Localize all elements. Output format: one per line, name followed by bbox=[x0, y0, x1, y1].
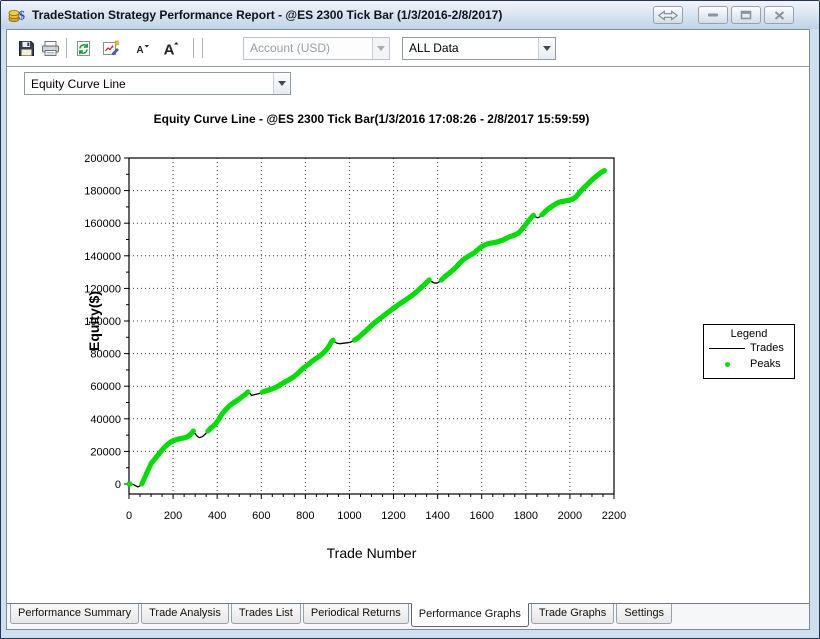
svg-text:600: 600 bbox=[252, 510, 270, 522]
tab-performance-graphs[interactable]: Performance Graphs bbox=[410, 603, 529, 627]
detach-button[interactable] bbox=[653, 6, 683, 24]
minimize-button[interactable] bbox=[698, 6, 728, 24]
print-button[interactable] bbox=[38, 36, 62, 60]
svg-text:200: 200 bbox=[164, 510, 182, 522]
svg-text:1000: 1000 bbox=[337, 510, 361, 522]
svg-text:40000: 40000 bbox=[90, 414, 121, 426]
chevron-down-icon bbox=[543, 45, 551, 51]
decrease-font-icon: A bbox=[136, 45, 149, 56]
svg-text:120000: 120000 bbox=[84, 283, 121, 295]
report-properties-icon bbox=[103, 40, 119, 55]
account-dropdown-value: Account (USD) bbox=[250, 41, 331, 55]
chart-legend: Legend Trades Peaks bbox=[703, 324, 795, 379]
legend-title: Legend bbox=[730, 328, 768, 340]
data-range-dropdown-button bbox=[538, 37, 555, 59]
svg-text:20000: 20000 bbox=[90, 446, 121, 458]
svg-text:Equity Curve Line - @ES 2300 T: Equity Curve Line - @ES 2300 Tick Bar(1/… bbox=[154, 112, 590, 126]
equity-curve-chart: Equity Curve Line - @ES 2300 Tick Bar(1/… bbox=[84, 112, 626, 561]
titlebar: $ TradeStation Strategy Performance Repo… bbox=[1, 1, 819, 29]
detach-arrows-icon bbox=[657, 9, 679, 21]
data-range-dropdown-value: ALL Data bbox=[409, 41, 459, 55]
peaks-dot-icon bbox=[704, 361, 750, 367]
legend-peaks-label: Peaks bbox=[750, 358, 781, 370]
svg-text:800: 800 bbox=[296, 510, 314, 522]
print-icon bbox=[41, 40, 59, 56]
svg-text:0: 0 bbox=[126, 510, 132, 522]
tab-trades-list[interactable]: Trades List bbox=[230, 604, 301, 624]
toolbar-separator bbox=[202, 38, 203, 58]
tab-performance-summary[interactable]: Performance Summary bbox=[10, 604, 140, 624]
svg-text:1200: 1200 bbox=[381, 510, 405, 522]
close-button[interactable] bbox=[764, 6, 794, 24]
window-title: TradeStation Strategy Performance Report… bbox=[32, 8, 503, 22]
tab-periodical-returns[interactable]: Periodical Returns bbox=[302, 604, 409, 624]
increase-font-icon: A bbox=[164, 41, 179, 57]
svg-text:180000: 180000 bbox=[84, 186, 121, 198]
properties-button[interactable] bbox=[99, 36, 123, 60]
app-icon: $ bbox=[8, 8, 25, 23]
svg-text:100000: 100000 bbox=[84, 316, 121, 328]
refresh-icon bbox=[76, 40, 90, 56]
legend-row-peaks: Peaks bbox=[704, 356, 794, 372]
svg-text:2000: 2000 bbox=[558, 510, 582, 522]
decrease-font-button[interactable]: A bbox=[131, 36, 155, 60]
svg-text:A: A bbox=[164, 41, 175, 57]
svg-text:200000: 200000 bbox=[84, 153, 121, 165]
increase-font-button[interactable]: A bbox=[159, 36, 183, 60]
window: $ TradeStation Strategy Performance Repo… bbox=[0, 0, 820, 639]
account-dropdown[interactable]: Account (USD) bbox=[243, 36, 390, 60]
performance-graphs-page: Equity Curve Line Equity Curve Line - @E… bbox=[7, 68, 809, 629]
svg-text:$: $ bbox=[18, 8, 25, 23]
svg-text:0: 0 bbox=[115, 479, 121, 491]
window-controls bbox=[650, 6, 794, 24]
restore-icon bbox=[740, 10, 752, 20]
report-tabstrip: Performance Summary Trade Analysis Trades … bbox=[7, 603, 809, 629]
chevron-down-icon bbox=[377, 45, 385, 51]
report-frame: A A Account (USD) ALL Data Equity Curve … bbox=[6, 29, 810, 630]
toolbar: A A Account (USD) ALL Data bbox=[7, 30, 809, 67]
svg-text:400: 400 bbox=[208, 510, 226, 522]
svg-text:1400: 1400 bbox=[425, 510, 449, 522]
toolbar-separator bbox=[66, 38, 67, 58]
close-icon bbox=[774, 10, 784, 20]
restore-button[interactable] bbox=[731, 6, 761, 24]
svg-text:160000: 160000 bbox=[84, 218, 121, 230]
svg-text:140000: 140000 bbox=[84, 251, 121, 263]
svg-text:1800: 1800 bbox=[514, 510, 538, 522]
svg-text:80000: 80000 bbox=[90, 349, 121, 361]
legend-row-trades: Trades bbox=[704, 340, 794, 356]
save-icon bbox=[18, 40, 34, 56]
tab-trade-analysis[interactable]: Trade Analysis bbox=[141, 604, 229, 624]
save-button[interactable] bbox=[14, 36, 38, 60]
svg-text:Trade Number: Trade Number bbox=[327, 545, 417, 561]
trades-line-swatch bbox=[704, 347, 750, 349]
svg-text:2200: 2200 bbox=[602, 510, 626, 522]
tab-trade-graphs[interactable]: Trade Graphs bbox=[530, 604, 615, 624]
account-dropdown-button bbox=[372, 37, 389, 59]
toolbar-separator bbox=[193, 38, 194, 58]
minimize-icon bbox=[708, 13, 718, 17]
svg-text:A: A bbox=[136, 45, 143, 56]
tab-settings[interactable]: Settings bbox=[616, 604, 673, 624]
legend-trades-label: Trades bbox=[750, 342, 784, 354]
refresh-button[interactable] bbox=[71, 36, 95, 60]
svg-text:1600: 1600 bbox=[469, 510, 493, 522]
data-range-dropdown[interactable]: ALL Data bbox=[402, 36, 556, 60]
svg-text:60000: 60000 bbox=[90, 381, 121, 393]
